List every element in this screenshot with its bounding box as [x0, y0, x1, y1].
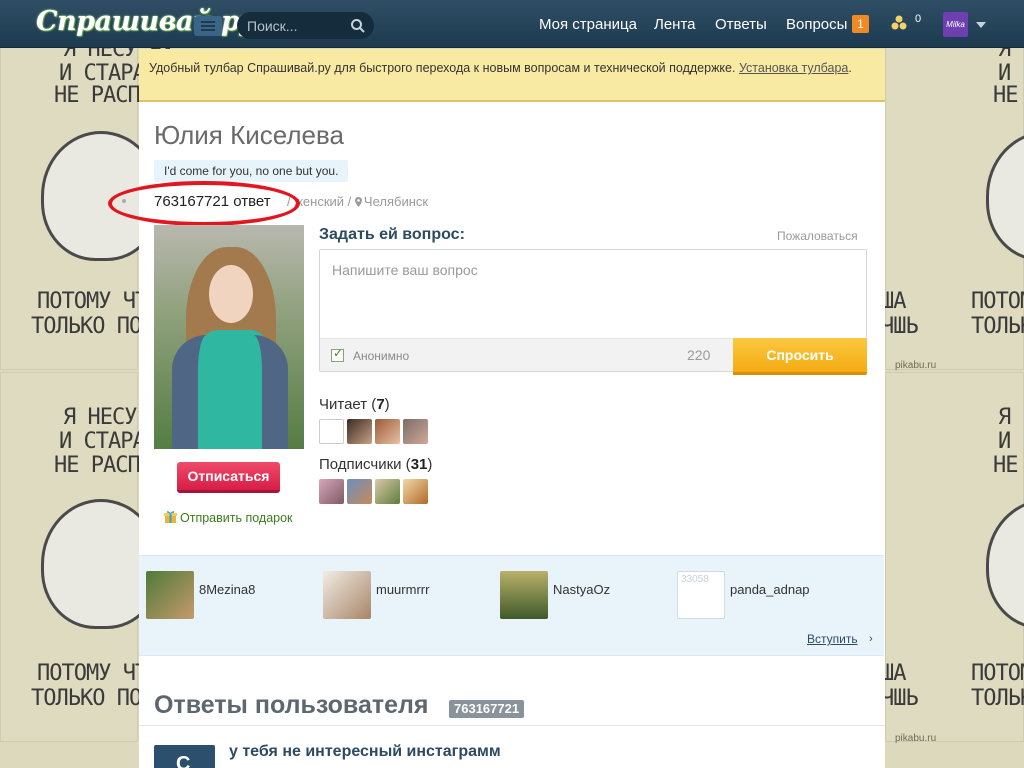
notice-tail: . — [848, 61, 852, 75]
profile-gender: женский — [294, 194, 345, 209]
subscribers-count: 31 — [410, 456, 428, 473]
coins-count: 0 — [915, 13, 922, 25]
complain-link[interactable]: Пожаловаться — [777, 229, 858, 243]
menu-icon — [201, 29, 215, 31]
nav-questions[interactable]: Вопросы — [786, 16, 847, 33]
wallpaper-text: ТОЛЬК — [971, 314, 1024, 339]
subscriber-avatar[interactable] — [375, 479, 400, 504]
wallpaper-tile: Я НЕСУ ЧУ И СТАРАЮС НЕ РАСПЛЕ ПОТОМУ ЧТО… — [0, 372, 185, 742]
join-link[interactable]: Вступить — [807, 632, 858, 646]
member-name[interactable]: NastyaOz — [553, 582, 610, 597]
menu-icon — [201, 21, 215, 23]
following-avatar[interactable] — [319, 419, 344, 444]
search-icon[interactable] — [350, 18, 366, 34]
chevron-down-icon[interactable] — [976, 22, 986, 28]
ask-footer: ✓ Анонимно 220 Спросить — [320, 338, 867, 375]
subscriber-avatar[interactable] — [319, 479, 344, 504]
ask-button[interactable]: Спросить — [733, 338, 867, 375]
photo-face — [209, 265, 253, 323]
subscriber-avatar[interactable] — [403, 479, 428, 504]
wallpaper-creature — [986, 499, 1024, 629]
member-photo[interactable]: 33058 — [677, 571, 725, 619]
subscribers-text: Подписчики — [319, 456, 402, 473]
unsubscribe-button[interactable]: Отписаться — [177, 462, 280, 493]
section-divider — [139, 725, 885, 726]
member-name[interactable]: 8Mezina8 — [199, 582, 255, 597]
toolbar-install-link[interactable]: Установка тулбара — [739, 61, 848, 75]
profile-meta: / женский / Челябинск — [287, 194, 428, 209]
search-box — [237, 12, 374, 39]
answers-badge: 763167721 — [449, 700, 525, 718]
photo-cardigan — [172, 335, 288, 449]
questions-badge[interactable]: 1 — [852, 15, 869, 33]
wallpaper-text: НЕ Р — [993, 453, 1024, 478]
wallpaper-text: ТОЛЬК — [971, 686, 1024, 711]
top-navbar: Спрашивай.ру Моя страница Лента Ответы В… — [0, 0, 1024, 48]
following-label[interactable]: Читает (7) — [319, 396, 390, 413]
ask-title: Задать ей вопрос: — [319, 226, 465, 243]
subscriber-avatar[interactable] — [347, 479, 372, 504]
question-input[interactable] — [320, 250, 866, 338]
anonymous-checkbox[interactable]: ✓ — [331, 346, 344, 362]
following-count: 7 — [376, 396, 385, 413]
wallpaper-text: Я — [998, 405, 1011, 430]
gift-icon — [164, 511, 177, 523]
following-avatar[interactable] — [375, 419, 400, 444]
subscribers-label[interactable]: Подписчики (31) — [319, 456, 432, 473]
following-avatar[interactable] — [347, 419, 372, 444]
coins-icon[interactable] — [890, 14, 908, 32]
wallpaper-tile: Я НЕСУ ЧУ И СТАРАЮС НЕ РАСПЛЕ ПОТОМУ ЧТО… — [0, 0, 185, 370]
wallpaper-creature — [986, 131, 1024, 261]
menu-icon — [201, 25, 215, 27]
send-gift-label: Отправить подарок — [180, 511, 293, 525]
watermark: pikabu.ru — [895, 360, 937, 371]
answers-heading: Ответы пользователя — [154, 691, 429, 719]
profile-photo[interactable] — [154, 225, 304, 449]
nav-my-page[interactable]: Моя страница — [539, 16, 637, 33]
wallpaper-text: ПОТОМ — [971, 661, 1024, 686]
highlight-oval — [108, 181, 300, 226]
profile-name: Юлия Киселева — [154, 120, 344, 150]
question-author-avatar[interactable]: C — [154, 745, 215, 768]
notice-text: Удобный тулбар Спрашивай.ру для быстрого… — [149, 61, 739, 75]
char-counter: 220 — [687, 347, 711, 363]
location-pin-icon — [354, 197, 362, 207]
wallpaper-text: ЧШЬ — [881, 314, 919, 339]
wallpaper-text: ЧШЬ — [881, 686, 919, 711]
avatar-letter: C — [176, 753, 191, 768]
profile-status: I'd come for you, no one but you. — [154, 160, 349, 182]
member-photo[interactable] — [500, 571, 548, 619]
question-title[interactable]: у тебя не интересный инстаграмм — [229, 743, 501, 761]
toolbar-notice: Удобный тулбар Спрашивай.ру для быстрого… — [139, 49, 885, 102]
member-name[interactable]: panda_adnap — [730, 582, 810, 597]
member-photo[interactable] — [146, 571, 194, 619]
nav-feed[interactable]: Лента — [654, 16, 696, 33]
member-photo[interactable] — [323, 571, 371, 619]
send-gift-link[interactable]: Отправить подарок — [164, 510, 293, 525]
wallpaper-tile: Я И С НЕ Р ША ЧШЬ ПОТОМ ТОЛЬК — [881, 372, 1024, 742]
ask-form: ✓ Анонимно 220 Спросить — [319, 249, 867, 375]
search-input[interactable] — [247, 17, 343, 34]
member-name[interactable]: muurmrrr — [376, 582, 429, 597]
chevron-right-icon[interactable]: › — [869, 633, 873, 645]
menu-button[interactable] — [194, 16, 222, 36]
following-text: Читает — [319, 396, 368, 413]
anonymous-label: Анонимно — [353, 349, 410, 363]
wallpaper-tile: Я И С НЕ Р ША ЧШЬ ПОТОМ ТОЛЬК — [881, 0, 1024, 370]
following-avatar[interactable] — [403, 419, 428, 444]
wallpaper-text: И С — [998, 429, 1024, 454]
wallpaper-text: НЕ Р — [993, 83, 1024, 108]
check-icon: ✓ — [333, 346, 344, 360]
nav-answers[interactable]: Ответы — [715, 16, 767, 33]
user-avatar[interactable]: Milka — [943, 12, 968, 37]
member-photo-caption: 33058 — [681, 574, 709, 585]
watermark: pikabu.ru — [895, 733, 937, 744]
profile-city[interactable]: Челябинск — [364, 194, 428, 209]
site-logo[interactable]: Спрашивай.ру — [36, 6, 255, 37]
wallpaper-text: ПОТОМ — [971, 289, 1024, 314]
meta-separator: / — [344, 194, 355, 209]
